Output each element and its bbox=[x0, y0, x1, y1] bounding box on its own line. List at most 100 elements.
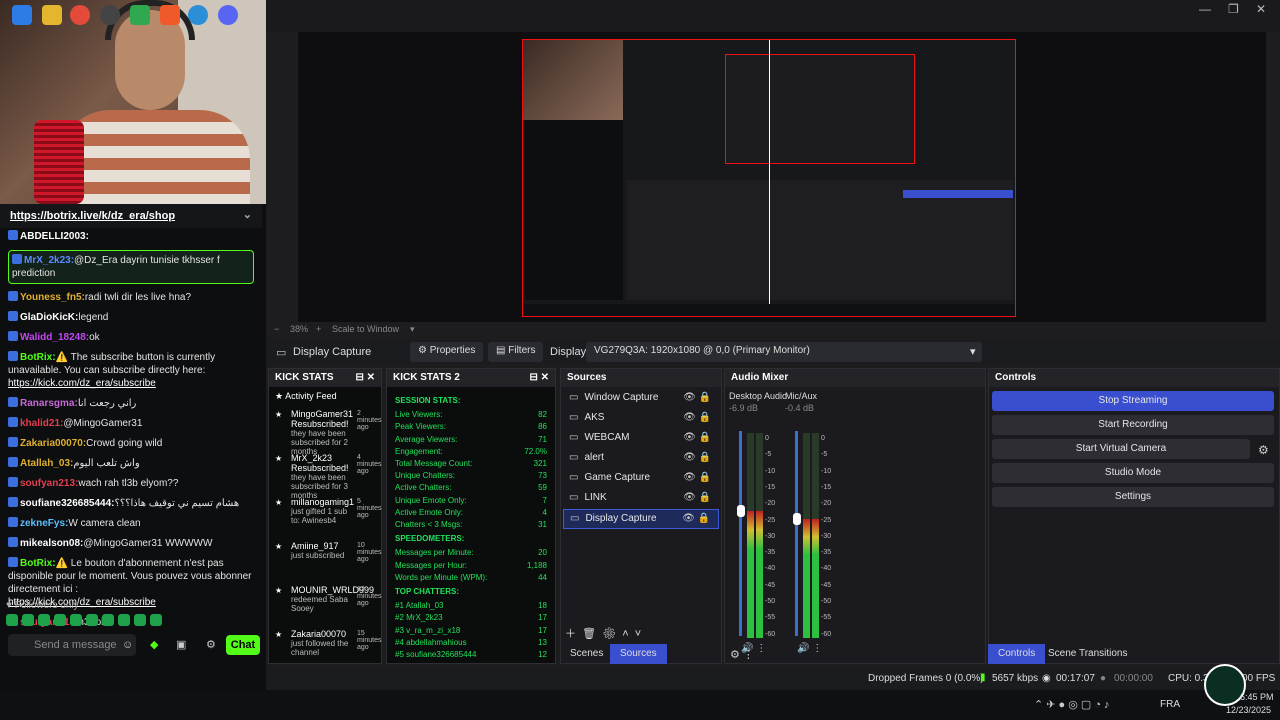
points-icon[interactable]: ◆ bbox=[150, 638, 158, 651]
chat-username[interactable]: ABDELLI2003: bbox=[20, 231, 89, 242]
volume-slider[interactable] bbox=[739, 431, 742, 636]
source-type-icon: ▭ bbox=[569, 392, 579, 403]
stat-label: Messages per Hour: bbox=[395, 560, 468, 570]
speaker-icon[interactable]: 🔊 ⋮ bbox=[797, 643, 822, 654]
obs-icon[interactable] bbox=[100, 5, 120, 25]
chat-input[interactable]: Send a message bbox=[8, 634, 136, 656]
chat-username[interactable]: khalid21: bbox=[20, 418, 63, 429]
dock-title: Sources bbox=[561, 369, 721, 387]
visibility-lock-icons[interactable]: 👁 🔒 bbox=[682, 513, 710, 524]
volume-slider-handle[interactable] bbox=[737, 504, 745, 517]
chevron-down-icon[interactable]: ▾ bbox=[970, 345, 976, 358]
chat-username[interactable]: mikealson08: bbox=[20, 538, 83, 549]
star-icon: ★ bbox=[275, 630, 283, 639]
chat-username[interactable]: Ranarsgma: bbox=[20, 398, 78, 409]
close-icon[interactable]: ✕ bbox=[1256, 2, 1266, 16]
volume-slider[interactable] bbox=[795, 431, 798, 636]
clock-time[interactable]: 6:45 PM bbox=[1240, 692, 1274, 702]
visibility-lock-icons[interactable]: 👁 🔒 bbox=[683, 432, 711, 443]
xbox-icon[interactable] bbox=[130, 5, 150, 25]
visibility-lock-icons[interactable]: 👁 🔒 bbox=[683, 472, 711, 483]
stat-label: #5 soufiane326685444 bbox=[395, 650, 477, 660]
start-virtual-camera-button[interactable]: Start Virtual Camera bbox=[992, 439, 1250, 459]
visibility-lock-icons[interactable]: 👁 🔒 bbox=[683, 392, 711, 403]
zoom-in-icon[interactable]: + bbox=[316, 324, 321, 334]
source-name: alert bbox=[584, 452, 604, 463]
visibility-lock-icons[interactable]: 👁 🔒 bbox=[683, 492, 711, 503]
chat-messages: ABDELLI2003: MrX_2k23:@Dz_Era dayrin tuni… bbox=[0, 230, 262, 636]
tab-sources[interactable]: Sources bbox=[610, 644, 667, 664]
stop-streaming-button[interactable]: Stop Streaming bbox=[992, 391, 1274, 411]
chat-username[interactable]: zekneFys: bbox=[20, 518, 68, 529]
restore-icon[interactable]: ❐ bbox=[1228, 2, 1239, 16]
stats-heading: TOP CHATTERS: bbox=[395, 587, 460, 597]
feed-name: MingoGamer31 Resubscribed! bbox=[291, 409, 354, 429]
chat-username[interactable]: Youness_fn5: bbox=[20, 292, 85, 303]
chat-username[interactable]: Zakaria00070: bbox=[20, 438, 86, 449]
source-item[interactable]: ▭ LINK 👁 🔒 bbox=[563, 489, 719, 509]
chat-username[interactable]: BotRix: bbox=[20, 558, 56, 569]
emote-bar[interactable] bbox=[6, 614, 166, 630]
badge-icon bbox=[12, 254, 22, 264]
zoom-out-icon[interactable]: − bbox=[274, 324, 279, 334]
chat-username[interactable]: soufyan213: bbox=[20, 478, 78, 489]
minimize-icon[interactable]: — bbox=[1199, 2, 1211, 16]
meter-tick: -25 bbox=[765, 516, 776, 524]
tab-scenes[interactable]: Scenes bbox=[560, 644, 613, 664]
source-item[interactable]: ▭ AKS 👁 🔒 bbox=[563, 409, 719, 429]
chevron-down-icon[interactable]: ▾ bbox=[410, 324, 415, 335]
gear-icon[interactable]: ⚙ bbox=[1258, 443, 1269, 457]
visibility-lock-icons[interactable]: 👁 🔒 bbox=[683, 452, 711, 463]
display-select[interactable]: VG279Q3A: 1920x1080 @ 0,0 (Primary Monit… bbox=[586, 342, 982, 362]
windows-start-icon[interactable] bbox=[12, 5, 32, 25]
emoji-icon[interactable]: ☺ bbox=[122, 639, 133, 651]
file-explorer-icon[interactable] bbox=[42, 5, 62, 25]
chat-username[interactable]: GlaDioKicK: bbox=[20, 312, 78, 323]
chat-text: wach rah tl3b elyom?? bbox=[78, 478, 179, 489]
send-chat-button[interactable]: Chat bbox=[226, 635, 260, 655]
volume-slider-handle[interactable] bbox=[793, 513, 801, 526]
tab-scene-transitions[interactable]: Scene Transitions bbox=[1038, 644, 1138, 664]
chat-username[interactable]: MrX_2k23: bbox=[24, 255, 74, 266]
chevron-down-icon[interactable]: ⌄ bbox=[243, 208, 252, 221]
source-item[interactable]: ▭ WEBCAM 👁 🔒 bbox=[563, 429, 719, 449]
source-toolbar: ▭ Display Capture ⚙ Properties ▤ Filters… bbox=[266, 340, 1280, 364]
chrome-icon[interactable] bbox=[70, 5, 90, 25]
tab-controls[interactable]: Controls bbox=[988, 644, 1046, 664]
properties-button[interactable]: ⚙ Properties bbox=[410, 342, 484, 362]
pinned-link[interactable]: https://botrix.live/k/dz_era/shop bbox=[10, 210, 175, 222]
chat-username[interactable]: soufiane326685444: bbox=[20, 498, 115, 509]
filters-button[interactable]: ▤ Filters bbox=[488, 342, 544, 362]
source-toolbar-icons[interactable]: ＋ 🗑 ⚙ ˄ ˅ bbox=[565, 625, 641, 641]
chat-text: @MingoGamer31 WWWWW bbox=[83, 538, 213, 549]
chat-message: ABDELLI2003: bbox=[8, 230, 254, 243]
chat-link[interactable]: https://kick.com/dz_era/subscribe bbox=[8, 378, 156, 389]
visibility-lock-icons[interactable]: 👁 🔒 bbox=[683, 412, 711, 423]
start-recording-button[interactable]: Start Recording bbox=[992, 415, 1274, 435]
clock-date[interactable]: 12/23/2025 bbox=[1226, 705, 1271, 715]
source-item[interactable]: ▭ Game Capture 👁 🔒 bbox=[563, 469, 719, 489]
source-item[interactable]: ▭ alert 👁 🔒 bbox=[563, 449, 719, 469]
chat-username[interactable]: BotRix: bbox=[20, 352, 56, 363]
discord-icon[interactable] bbox=[218, 5, 238, 25]
channel-name: Mic/Aux bbox=[785, 391, 818, 401]
language-indicator[interactable]: FRA bbox=[1160, 699, 1180, 710]
tray-icons[interactable]: ⌃ ✈ ● ◎ ▢ ◔ ♪ bbox=[1034, 698, 1110, 711]
source-name: Window Capture bbox=[584, 392, 659, 403]
mixer-settings-icon[interactable]: ⚙ ⋮ bbox=[730, 648, 754, 661]
brave-icon[interactable] bbox=[160, 5, 180, 25]
settings-button[interactable]: Settings bbox=[992, 487, 1274, 507]
gear-icon[interactable]: ⚙ bbox=[206, 638, 216, 651]
chat-username[interactable]: Atallah_03: bbox=[20, 458, 73, 469]
monitor-icon: ▭ bbox=[276, 347, 287, 359]
source-item[interactable]: ▭ Window Capture 👁 🔒 bbox=[563, 389, 719, 409]
volume-meter bbox=[756, 433, 763, 638]
source-item[interactable]: ▭ Display Capture 👁 🔒 bbox=[563, 509, 719, 529]
studio-mode-button[interactable]: Studio Mode bbox=[992, 463, 1274, 483]
zoom-mode[interactable]: Scale to Window bbox=[332, 324, 399, 334]
chat-username[interactable]: Walidd_18248: bbox=[20, 332, 89, 343]
edge-icon[interactable] bbox=[188, 5, 208, 25]
pinned-message[interactable]: https://botrix.live/k/dz_era/shop ⌄ bbox=[0, 204, 262, 228]
gift-icon[interactable]: ▣ bbox=[176, 638, 186, 651]
preview-canvas[interactable] bbox=[522, 39, 1016, 317]
